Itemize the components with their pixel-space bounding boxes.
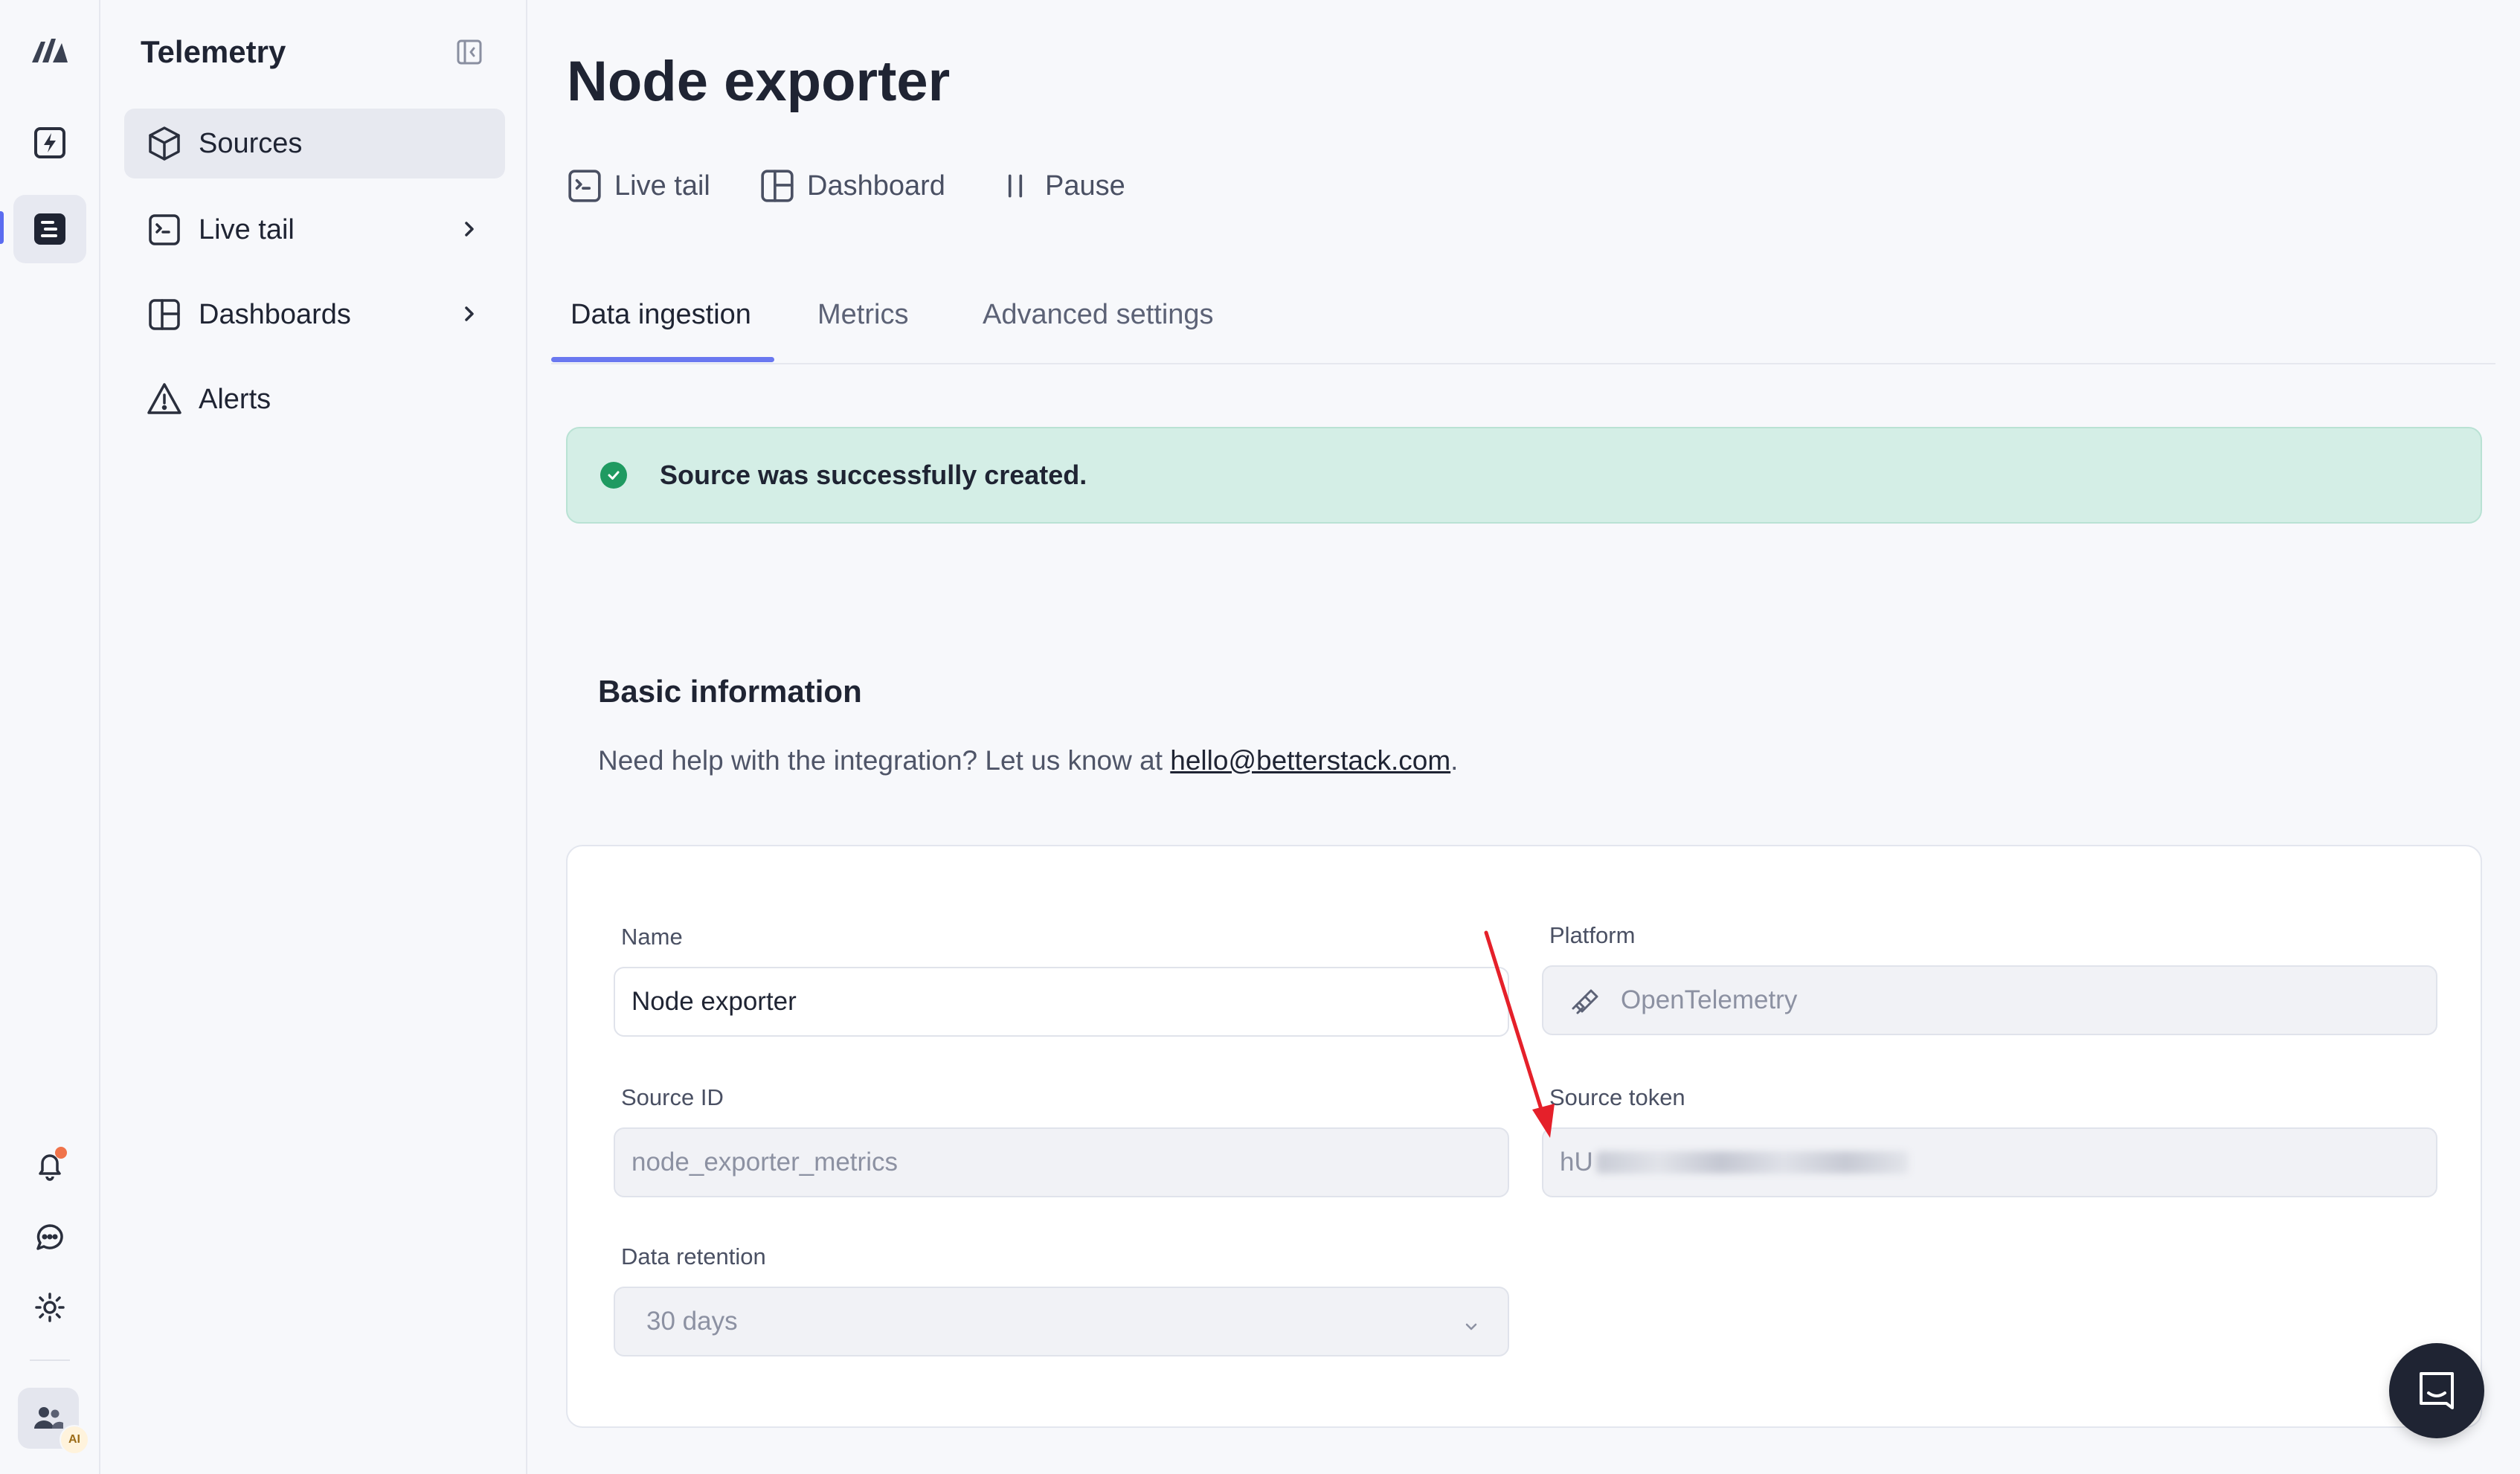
name-input[interactable]: Node exporter xyxy=(614,967,1509,1037)
cube-icon xyxy=(145,124,184,163)
retention-value: 30 days xyxy=(646,1307,738,1336)
active-tab-underline xyxy=(551,357,774,362)
source-token-label: Source token xyxy=(1549,1084,1685,1110)
section-title: Basic information xyxy=(598,674,862,709)
logo-icon[interactable] xyxy=(13,15,86,83)
dashboard-icon xyxy=(145,295,184,334)
main-content: Node exporter Live tail Dashboard Pause … xyxy=(529,0,2520,1474)
success-alert: Source was successfully created. xyxy=(566,427,2482,524)
notification-dot xyxy=(55,1147,67,1159)
pause-icon xyxy=(1008,174,1023,198)
chat-icon[interactable] xyxy=(13,1203,86,1272)
dashboard-label: Dashboard xyxy=(807,170,945,202)
blurred-token xyxy=(1595,1151,1909,1174)
name-label: Name xyxy=(621,924,683,950)
sidebar-collapse-icon xyxy=(457,39,482,65)
platform-value: OpenTelemetry xyxy=(1621,985,1798,1014)
source-id-value: node_exporter_metrics xyxy=(631,1148,898,1177)
retention-select[interactable]: 30 days xyxy=(614,1287,1509,1356)
ai-badge: AI xyxy=(60,1425,89,1455)
support-email-link[interactable]: hello@betterstack.com xyxy=(1170,745,1450,776)
tab-data-ingestion[interactable]: Data ingestion xyxy=(570,299,751,331)
help-suffix: . xyxy=(1450,745,1459,776)
sidebar-item-label: Sources xyxy=(199,127,303,159)
chat-bubble-icon xyxy=(2420,1372,2454,1409)
sidebar-title: Telemetry xyxy=(141,34,286,69)
tab-metrics[interactable]: Metrics xyxy=(817,299,908,331)
source-token-field[interactable]: hU xyxy=(1542,1127,2437,1197)
app-rail: AI xyxy=(0,0,100,1474)
retention-label: Data retention xyxy=(621,1243,766,1269)
sidebar-item-label: Live tail xyxy=(199,213,295,245)
warning-icon xyxy=(145,380,184,419)
tab-advanced-settings[interactable]: Advanced settings xyxy=(983,299,1214,331)
pause-label: Pause xyxy=(1045,170,1125,202)
sidebar-item-label: Dashboards xyxy=(199,298,351,330)
active-indicator xyxy=(0,211,4,244)
source-token-prefix: hU xyxy=(1560,1148,1593,1177)
alert-message: Source was successfully created. xyxy=(660,460,1087,490)
team-icon xyxy=(34,1407,63,1429)
section-help-text: Need help with the integration? Let us k… xyxy=(598,745,1458,776)
live-tail-button[interactable]: Live tail xyxy=(567,165,710,207)
sun-icon[interactable] xyxy=(13,1273,86,1342)
collapse-sidebar-button[interactable] xyxy=(454,37,484,67)
rail-divider xyxy=(30,1359,70,1361)
chevron-right-icon xyxy=(456,216,483,246)
uptime-bolt-icon[interactable] xyxy=(13,109,86,177)
sidebar-item-sources[interactable]: Sources xyxy=(124,109,505,178)
sidebar-item-dashboards[interactable]: Dashboards xyxy=(124,280,505,350)
chat-launcher-button[interactable] xyxy=(2389,1343,2484,1438)
help-prefix: Need help with the integration? Let us k… xyxy=(598,745,1171,776)
page-title: Node exporter xyxy=(567,50,951,113)
dashboard-icon xyxy=(761,170,794,202)
terminal-icon xyxy=(145,210,184,249)
chevron-down-icon xyxy=(1462,1313,1481,1343)
basic-info-card: Name Node exporter Platform OpenTelemetr… xyxy=(566,845,2482,1428)
dashboard-button[interactable]: Dashboard xyxy=(759,165,945,207)
telescope-icon xyxy=(1572,989,1598,1014)
name-value: Node exporter xyxy=(631,987,797,1016)
tab-bar: Data ingestion Metrics Advanced settings xyxy=(551,283,2495,364)
telemetry-sidebar: Telemetry Sources Live tail Dashboards A… xyxy=(102,0,527,1474)
live-tail-label: Live tail xyxy=(614,170,710,202)
bell-icon[interactable] xyxy=(13,1130,86,1199)
sidebar-item-label: Alerts xyxy=(199,383,271,415)
platform-label: Platform xyxy=(1549,922,1636,948)
source-id-field[interactable]: node_exporter_metrics xyxy=(614,1127,1509,1197)
terminal-icon xyxy=(568,170,601,202)
chevron-right-icon xyxy=(456,300,483,331)
telemetry-icon[interactable] xyxy=(13,195,86,263)
sidebar-item-alerts[interactable]: Alerts xyxy=(124,364,505,434)
sidebar-item-live-tail[interactable]: Live tail xyxy=(124,195,505,265)
pause-button[interactable]: Pause xyxy=(997,165,1125,207)
platform-field: OpenTelemetry xyxy=(1542,965,2437,1035)
team-avatar-button[interactable]: AI xyxy=(18,1388,89,1455)
check-circle-icon xyxy=(600,462,627,489)
source-id-label: Source ID xyxy=(621,1084,724,1110)
